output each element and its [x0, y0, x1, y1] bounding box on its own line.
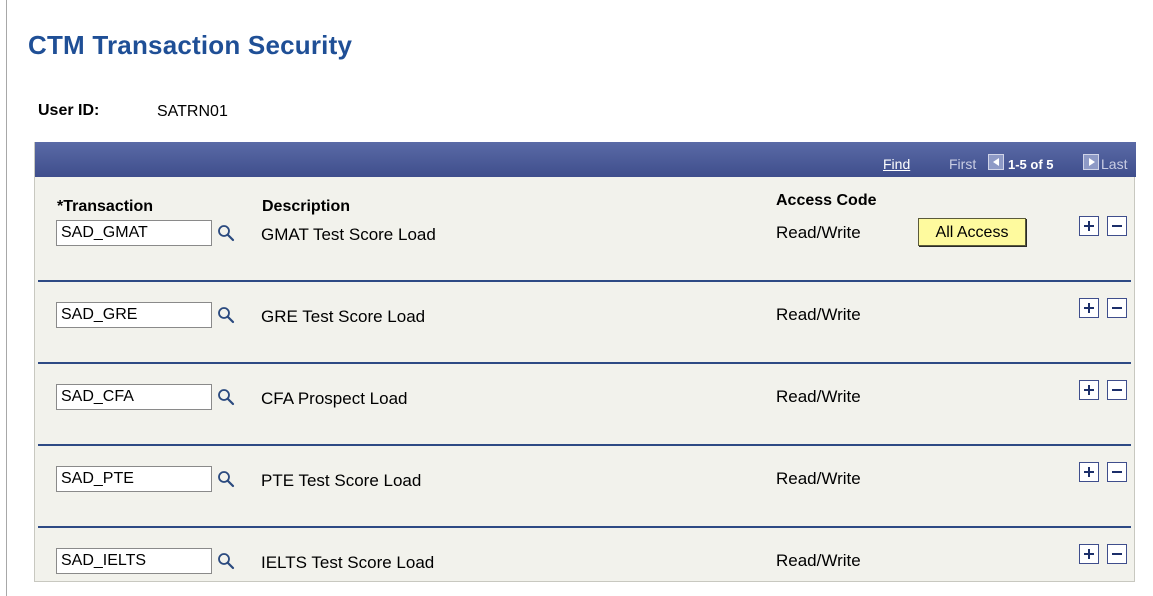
- delete-row-button[interactable]: [1107, 216, 1127, 236]
- row-separator: [38, 280, 1131, 282]
- add-row-button[interactable]: [1079, 462, 1099, 482]
- access-code-value: Read/Write: [776, 305, 861, 324]
- transaction-description: GMAT Test Score Load: [261, 225, 436, 244]
- transaction-description: CFA Prospect Load: [261, 389, 408, 408]
- access-code-value: Read/Write: [776, 469, 861, 488]
- add-row-button[interactable]: [1079, 298, 1099, 318]
- transaction-description: PTE Test Score Load: [261, 471, 422, 490]
- row-separator: [38, 444, 1131, 446]
- magnifier-icon[interactable]: [216, 469, 236, 489]
- plus-icon-vertical: [1088, 549, 1090, 559]
- access-code-value: Read/Write: [776, 223, 861, 242]
- plus-icon-vertical: [1088, 467, 1090, 477]
- add-row-button[interactable]: [1079, 544, 1099, 564]
- add-row-button[interactable]: [1079, 380, 1099, 400]
- plus-icon-vertical: [1088, 385, 1090, 395]
- plus-icon-vertical: [1088, 303, 1090, 313]
- all-access-button[interactable]: All Access: [918, 218, 1026, 246]
- page-left-rule: [6, 0, 7, 596]
- page-title: CTM Transaction Security: [28, 30, 353, 60]
- minus-icon: [1112, 471, 1122, 473]
- minus-icon: [1112, 553, 1122, 555]
- transaction-input[interactable]: [56, 384, 212, 410]
- minus-icon: [1112, 307, 1122, 309]
- grid-rows: GMAT Test Score Load Read/Write All Access…: [34, 142, 1135, 582]
- delete-row-button[interactable]: [1107, 544, 1127, 564]
- magnifier-icon[interactable]: [216, 551, 236, 571]
- minus-icon: [1112, 389, 1122, 391]
- user-id-value: SATRN01: [157, 103, 228, 120]
- magnifier-icon[interactable]: [216, 305, 236, 325]
- magnifier-icon[interactable]: [216, 387, 236, 407]
- transaction-input[interactable]: [56, 548, 212, 574]
- add-row-button[interactable]: [1079, 216, 1099, 236]
- delete-row-button[interactable]: [1107, 298, 1127, 318]
- delete-row-button[interactable]: [1107, 380, 1127, 400]
- user-id-label: User ID:: [38, 102, 100, 119]
- magnifier-icon[interactable]: [216, 223, 236, 243]
- delete-row-button[interactable]: [1107, 462, 1127, 482]
- transaction-input[interactable]: [56, 302, 212, 328]
- access-code-value: Read/Write: [776, 551, 861, 570]
- access-code-value: Read/Write: [776, 387, 861, 406]
- minus-icon: [1112, 225, 1122, 227]
- plus-icon-vertical: [1088, 221, 1090, 231]
- row-separator: [38, 526, 1131, 528]
- transaction-input[interactable]: [56, 466, 212, 492]
- row-separator: [38, 362, 1131, 364]
- transaction-description: GRE Test Score Load: [261, 307, 426, 326]
- transaction-input[interactable]: [56, 220, 212, 246]
- transaction-description: IELTS Test Score Load: [261, 553, 435, 572]
